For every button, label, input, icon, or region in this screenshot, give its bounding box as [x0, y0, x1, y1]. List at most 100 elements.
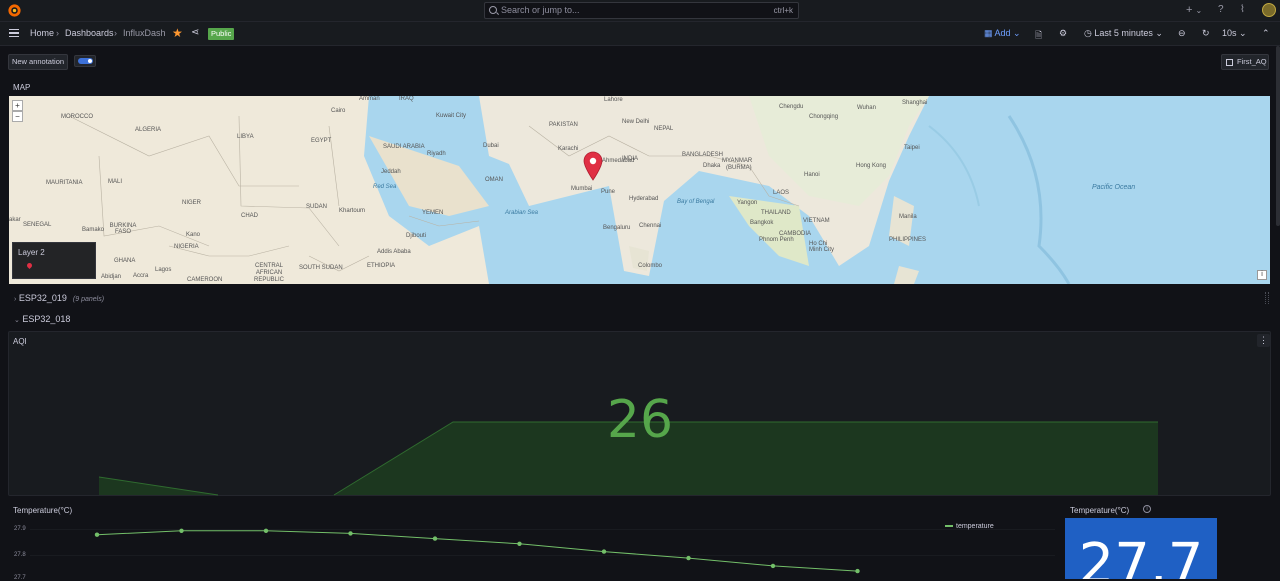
temperature-data-point[interactable]: [517, 541, 522, 546]
map-zoom-in-button[interactable]: +: [12, 100, 23, 111]
map-label: Chongqing: [809, 114, 839, 120]
map-label: MAURITANIA: [46, 180, 83, 186]
map-panel-title: MAP: [13, 83, 31, 92]
map-label: Abidjan: [101, 274, 122, 280]
temperature-stat-title: Temperature(°C): [1070, 506, 1130, 515]
row-panel-count: (9 panels): [72, 296, 105, 303]
temperature-data-point[interactable]: [263, 528, 269, 533]
map-label: EGYPT: [311, 138, 332, 144]
dashboard-nav: Home › Dashboards › InfluxDash ★ ⋖ Publi…: [0, 22, 1280, 46]
share-icon[interactable]: ⋖: [191, 27, 199, 38]
temperature-data-point[interactable]: [770, 563, 776, 569]
map-label: Addis Ababa: [377, 249, 411, 255]
annotation-controls: New annotation First_AQ: [0, 46, 1280, 76]
row-drag-handle-icon[interactable]: [1265, 292, 1269, 304]
map-zoom-out-button[interactable]: −: [12, 111, 23, 122]
settings-gear-icon[interactable]: ⚙: [1059, 28, 1067, 39]
map-pin-icon: [25, 261, 34, 270]
map-label: Red Sea: [373, 184, 397, 190]
temperature-data-point[interactable]: [94, 532, 100, 537]
map-label: Bay of Bengal: [677, 199, 715, 205]
collapse-chevron-up-icon[interactable]: ⌃: [1262, 28, 1270, 39]
map-label: ALGERIA: [135, 127, 162, 133]
top-bar: Search or jump to... ctrl+k + ⌄ ? ⌇: [0, 0, 1280, 22]
menu-icon[interactable]: [9, 29, 19, 37]
temperature-data-point[interactable]: [348, 531, 353, 536]
refresh-icon[interactable]: ↻: [1202, 28, 1210, 39]
map-label: Dhaka: [703, 163, 721, 169]
map-label: Bangkok: [750, 220, 774, 226]
map-label: IRAQ: [399, 96, 414, 102]
chevron-right-icon: ›: [14, 296, 17, 303]
temperature-data-point[interactable]: [179, 528, 184, 533]
map-label: CHAD: [241, 213, 259, 219]
temperature-legend[interactable]: temperature: [945, 523, 994, 530]
map-attribution-info-button[interactable]: i: [1257, 270, 1267, 280]
row-title: ESP32_019: [18, 293, 67, 303]
map-label: Djibouti: [406, 233, 427, 239]
time-picker[interactable]: ◷ Last 5 minutes ⌄: [1084, 28, 1163, 39]
news-rss-icon[interactable]: ⌇: [1240, 4, 1245, 15]
new-plus-button[interactable]: + ⌄: [1186, 4, 1202, 16]
search-shortcut: ctrl+k: [773, 6, 793, 15]
map-label: Riyadh: [427, 151, 446, 157]
grafana-logo-icon[interactable]: [7, 3, 22, 18]
new-annotation-button[interactable]: New annotation: [8, 54, 68, 70]
map-label: Yangon: [737, 200, 758, 206]
save-icon[interactable]: 🗎: [1035, 28, 1042, 44]
map-label: Kuwait City: [436, 113, 467, 119]
map-label: MYANMAR: [722, 158, 753, 164]
row-esp32-019[interactable]: › ESP32_019 (9 panels): [14, 293, 104, 303]
map-label: BANGLADESH: [682, 152, 724, 158]
map-label: Accra: [133, 273, 149, 279]
map-layer-legend: Layer 2: [12, 242, 96, 279]
map-label: GHANA: [114, 258, 136, 264]
search-input[interactable]: Search or jump to... ctrl+k: [484, 2, 799, 19]
page-scrollbar[interactable]: [1276, 46, 1280, 226]
dashboard-link-first-aq[interactable]: First_AQ: [1221, 54, 1269, 70]
temperature-stat-value: 27.7: [1078, 532, 1204, 579]
toggle-switch: [78, 58, 93, 64]
map-label: ETHIOPIA: [367, 263, 396, 269]
map-label: CENTRAL AFRICAN REPUBLIC: [253, 263, 284, 283]
star-icon[interactable]: ★: [172, 26, 183, 40]
map-label: (BURMA): [726, 165, 752, 171]
map-label: SUDAN: [306, 204, 328, 210]
temperature-data-point[interactable]: [601, 549, 607, 554]
map-label: Taipei: [904, 145, 920, 151]
map-label: Pacific Ocean: [1092, 184, 1136, 191]
zoom-out-icon[interactable]: ⊖: [1178, 28, 1186, 39]
map-label: Manila: [899, 214, 917, 220]
help-icon[interactable]: ?: [1218, 4, 1224, 15]
layer-label: Layer 2: [18, 248, 45, 257]
row-esp32-018[interactable]: ⌄ ESP32_018: [14, 314, 70, 324]
location-pin-marker[interactable]: [583, 151, 603, 181]
info-icon[interactable]: i: [1143, 505, 1151, 513]
map-label: PHILIPPINES: [889, 237, 927, 243]
map-label: THAILAND: [761, 210, 791, 216]
map-label: LAOS: [773, 190, 790, 196]
map-label: NIGER: [182, 200, 202, 206]
map-label: Mumbai: [571, 186, 593, 192]
search-placeholder: Search or jump to...: [501, 5, 580, 15]
map-label: akar: [9, 217, 21, 223]
map-label: NEPAL: [654, 126, 674, 132]
annotation-toggle[interactable]: [74, 55, 96, 67]
breadcrumb-home[interactable]: Home: [30, 28, 54, 38]
temperature-data-point[interactable]: [686, 555, 691, 561]
breadcrumb-separator: ›: [56, 28, 59, 38]
breadcrumb-current: InfluxDash: [123, 28, 166, 38]
aqi-value: 26: [606, 390, 674, 450]
map-label: Hong Kong: [856, 163, 887, 169]
refresh-interval-picker[interactable]: 10s ⌄: [1222, 28, 1247, 39]
map-label: Kano: [186, 232, 201, 238]
temperature-data-point[interactable]: [855, 568, 860, 574]
map-label: Hyderabad: [629, 196, 659, 202]
map-label: LIBYA: [237, 134, 254, 140]
avatar[interactable]: [1262, 3, 1276, 17]
add-button[interactable]: ▦ Add ⌄: [984, 28, 1021, 39]
breadcrumb-dashboards[interactable]: Dashboards: [65, 28, 114, 38]
map-label: Bengaluru: [603, 225, 631, 231]
temperature-data-point[interactable]: [432, 536, 438, 541]
map-panel[interactable]: Amman IRAQ Lahore Chengdu Wuhan Shanghai…: [9, 96, 1270, 284]
